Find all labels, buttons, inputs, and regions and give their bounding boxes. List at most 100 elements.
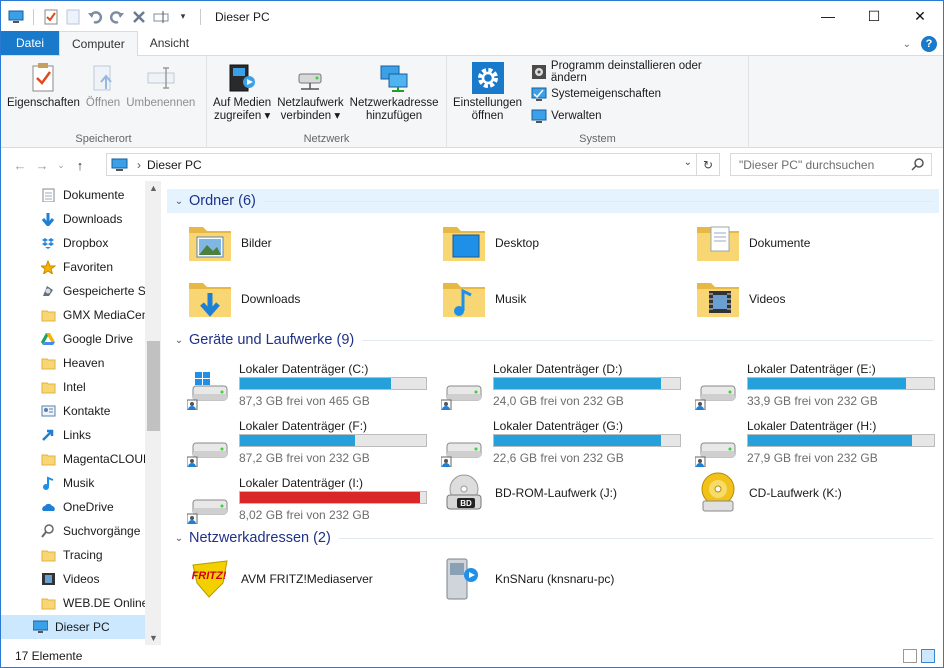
address-bar[interactable]: › Dieser PC ⌄ ↻ — [106, 153, 720, 176]
nav-item-musik[interactable]: Musik — [1, 471, 161, 495]
nav-item-dokumente[interactable]: Dokumente — [1, 183, 161, 207]
minimize-button[interactable]: — — [805, 1, 851, 31]
help-icon[interactable]: ? — [921, 36, 937, 52]
tab-datei[interactable]: Datei — [1, 31, 59, 55]
customize-qat-icon[interactable]: ▾ — [174, 8, 192, 26]
up-arrow-icon[interactable]: ↑ — [69, 158, 91, 173]
nav-item-magentacloud[interactable]: MagentaCLOUD — [1, 447, 161, 471]
nav-scrollbar[interactable]: ▲ ▼ — [145, 181, 161, 645]
folder-tile[interactable]: Videos — [695, 277, 785, 321]
media-server-icon — [441, 557, 487, 601]
scroll-up-icon[interactable]: ▲ — [145, 183, 161, 193]
network-location-fritz[interactable]: FRITZ! AVM FRITZ!Mediaserver — [187, 557, 373, 601]
close-button[interactable]: ✕ — [897, 1, 943, 31]
nav-item-favoriten[interactable]: Favoriten — [1, 255, 161, 279]
bd-rom-icon: BD — [441, 471, 487, 515]
hard-drive-icon — [694, 427, 741, 468]
address-dropdown-icon[interactable]: ⌄ — [684, 157, 692, 168]
programm-deinstallieren-button[interactable]: Programm deinstallieren oder ändern — [531, 60, 739, 84]
tiles-view-icon[interactable] — [921, 649, 935, 663]
group-title-network: Netzwerkadressen (2) — [189, 530, 331, 546]
this-pc-icon[interactable] — [7, 8, 25, 26]
drive-name: Lokaler Datenträger (H:) — [747, 419, 877, 433]
scroll-down-icon[interactable]: ▼ — [145, 633, 161, 643]
nav-item-intel[interactable]: Intel — [1, 375, 161, 399]
rename-icon[interactable] — [152, 8, 170, 26]
nav-item-kontakte[interactable]: Kontakte — [1, 399, 161, 423]
nav-item-label: Musik — [63, 476, 95, 490]
undo-icon[interactable] — [86, 8, 104, 26]
drive-usage-bar — [747, 377, 935, 390]
nav-item-heaven[interactable]: Heaven — [1, 351, 161, 375]
breadcrumb-chevron-icon[interactable]: › — [137, 158, 141, 172]
forward-arrow-icon[interactable]: → — [31, 158, 53, 173]
nav-item-label: WEB.DE Online- — [63, 596, 153, 610]
recent-locations-icon[interactable]: ⌄ — [53, 160, 69, 171]
refresh-icon[interactable]: ↻ — [696, 153, 719, 176]
group-header-devices[interactable]: ⌄ Geräte und Laufwerke (9) — [167, 328, 939, 352]
group-title-folders: Ordner (6) — [189, 193, 256, 209]
details-view-icon[interactable] — [903, 649, 917, 663]
hard-drive-icon — [186, 427, 233, 468]
nav-item-label: Suchvorgänge — [63, 524, 141, 538]
systemeigenschaften-button[interactable]: Systemeigenschaften — [531, 85, 739, 103]
group-speicherort: Eigenschaften Öffnen Umbenennen Speicher… — [1, 56, 207, 148]
network-location-label: KnSNaru (knsnaru-pc) — [495, 572, 615, 586]
delete-icon[interactable] — [130, 8, 148, 26]
nav-item-label: Videos — [63, 572, 100, 586]
verwalten-button[interactable]: Verwalten — [531, 107, 739, 125]
folder-tile[interactable]: Bilder — [187, 221, 272, 265]
nav-item-links[interactable]: Links — [1, 423, 161, 447]
folder-tile[interactable]: Dokumente — [695, 221, 810, 265]
nav-item-videos[interactable]: Videos — [1, 567, 161, 591]
nav-item-onedrive[interactable]: OneDrive — [1, 495, 161, 519]
drive-tile-bd-rom[interactable]: BD BD-ROM-Laufwerk (J:) — [441, 471, 617, 515]
network-location-knsnaru[interactable]: KnSNaru (knsnaru-pc) — [441, 557, 614, 601]
fritz-logo: FRITZ! — [192, 570, 227, 582]
collapse-chevron-icon[interactable]: ⌄ — [169, 533, 189, 544]
new-folder-icon[interactable] — [64, 8, 82, 26]
nav-item-downloads[interactable]: Downloads — [1, 207, 161, 231]
group-header-network[interactable]: ⌄ Netzwerkadressen (2) — [167, 526, 939, 550]
umbenennen-label: Umbenennen — [126, 97, 196, 109]
folder-tile[interactable]: Downloads — [187, 277, 300, 321]
uninstall-icon — [532, 65, 547, 79]
nav-item-gmx-mediacen[interactable]: GMX MediaCen — [1, 303, 161, 327]
nav-item-label: MagentaCLOUD — [63, 452, 152, 466]
explorer-window: ▾ Dieser PC — ☐ ✕ Datei Computer Ansicht… — [0, 0, 944, 668]
netzwerkadresse-label-1: Netzwerkadresse — [349, 97, 439, 109]
folder-tile[interactable]: Desktop — [441, 221, 539, 265]
nav-item-dieser-pc[interactable]: Dieser PC — [1, 615, 161, 639]
nav-item-gespeicherte-sp[interactable]: Gespeicherte Sp — [1, 279, 161, 303]
downloads-folder-icon — [187, 277, 233, 321]
nav-item-tracing[interactable]: Tracing — [1, 543, 161, 567]
tab-ansicht[interactable]: Ansicht — [138, 31, 201, 55]
folder-icon — [41, 596, 56, 610]
search-input[interactable]: "Dieser PC" durchsuchen — [730, 153, 932, 176]
chevron-down-icon[interactable]: ⌄ — [903, 39, 911, 50]
view-buttons — [903, 649, 935, 663]
folder-tile[interactable]: Musik — [441, 277, 526, 321]
nav-item-dropbox[interactable]: Dropbox — [1, 231, 161, 255]
redo-icon[interactable] — [108, 8, 126, 26]
nav-item-label: Google Drive — [63, 332, 134, 346]
collapse-chevron-icon[interactable]: ⌄ — [169, 335, 189, 346]
nav-item-suchvorgänge[interactable]: Suchvorgänge — [1, 519, 161, 543]
hard-drive-icon — [440, 427, 487, 468]
maximize-button[interactable]: ☐ — [851, 1, 897, 31]
contacts-icon — [41, 404, 56, 418]
nav-item-label: Dokumente — [63, 188, 125, 202]
nav-item-google-drive[interactable]: Google Drive — [1, 327, 161, 351]
pictures-folder-icon — [187, 221, 233, 265]
back-arrow-icon[interactable]: ← — [9, 158, 31, 173]
nav-item-web-de-online[interactable]: WEB.DE Online- — [1, 591, 161, 615]
scroll-thumb[interactable] — [147, 341, 160, 431]
tab-computer[interactable]: Computer — [59, 31, 138, 56]
drive-tile-cd[interactable]: CD-Laufwerk (K:) — [695, 471, 842, 515]
drive-name: Lokaler Datenträger (I:) — [239, 476, 364, 490]
group-header-folders[interactable]: ⌄ Ordner (6) — [167, 189, 939, 213]
saved-games-icon — [41, 284, 56, 298]
breadcrumb[interactable]: Dieser PC — [147, 158, 202, 172]
properties-icon[interactable] — [42, 8, 60, 26]
collapse-chevron-icon[interactable]: ⌄ — [169, 196, 189, 207]
